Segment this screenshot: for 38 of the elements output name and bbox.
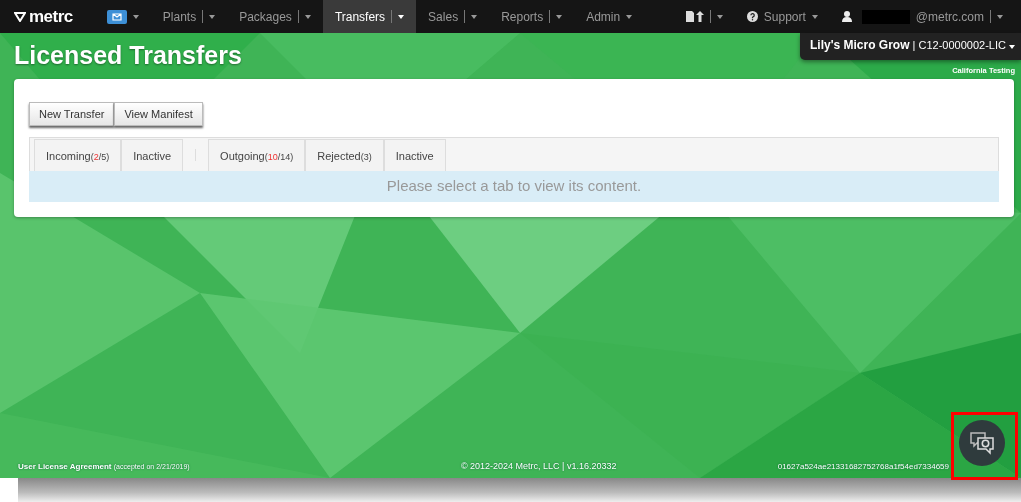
caret-icon bbox=[209, 14, 216, 19]
logo-icon bbox=[14, 11, 26, 22]
caret-icon bbox=[716, 14, 723, 19]
info-message: Please select a tab to view its content. bbox=[29, 171, 999, 202]
user-icon bbox=[841, 11, 852, 22]
chat-icon bbox=[969, 431, 995, 455]
help-icon bbox=[746, 11, 758, 22]
tab[interactable]: Inactive bbox=[121, 139, 184, 171]
nav-menu-item[interactable]: Admin bbox=[574, 0, 645, 33]
caret-icon bbox=[811, 14, 818, 19]
page-title: Licensed Transfers bbox=[14, 41, 242, 70]
build-hash: 01627a524ae21331682752768a1f54ed7334659 bbox=[777, 461, 949, 471]
nav-menu-item[interactable]: Transfers bbox=[322, 0, 417, 33]
caret-icon bbox=[626, 14, 633, 19]
nav-menu-item[interactable]: Reports bbox=[489, 0, 575, 33]
caret-icon bbox=[997, 14, 1003, 19]
tab[interactable]: Outgoing(10/14) bbox=[208, 139, 306, 171]
tab[interactable]: Inactive bbox=[383, 139, 446, 171]
caret-icon bbox=[556, 14, 563, 19]
caret-icon bbox=[1009, 45, 1015, 49]
tab[interactable]: Incoming(2/5) bbox=[34, 139, 122, 171]
nav-menu-item[interactable]: Plants bbox=[150, 0, 228, 33]
action-button[interactable]: New Transfer bbox=[29, 102, 115, 126]
action-button[interactable]: View Manifest bbox=[114, 102, 203, 126]
caret-icon bbox=[398, 14, 405, 19]
document-upload-icon bbox=[685, 11, 704, 22]
copyright-text: © 2012-2024 Metrc, LLC | v1.16.20332 bbox=[460, 461, 617, 471]
caret-icon bbox=[132, 14, 139, 19]
caret-icon bbox=[471, 14, 478, 19]
support-menu[interactable]: Support bbox=[734, 0, 830, 33]
nav-menu-item[interactable]: Sales bbox=[416, 0, 490, 33]
logo[interactable]: metrc bbox=[14, 6, 73, 27]
mail-icon bbox=[106, 9, 127, 24]
caret-icon bbox=[304, 14, 311, 19]
facility-selector[interactable]: Lily's Micro Grow | C12-0000002-LIC bbox=[799, 33, 1021, 60]
tab[interactable]: Rejected(3) bbox=[305, 139, 384, 171]
user-menu[interactable]: @metrc.com bbox=[829, 0, 1015, 33]
nav-menu-item[interactable]: Packages bbox=[227, 0, 323, 33]
